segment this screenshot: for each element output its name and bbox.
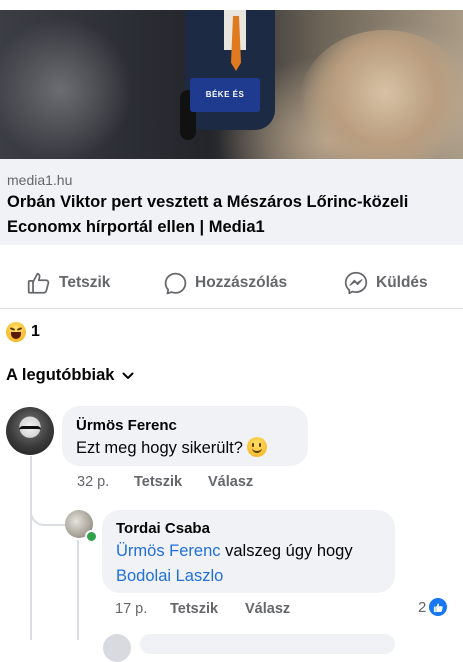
- comment-like-button[interactable]: Tetszik: [134, 474, 208, 490]
- comment-text: Ezt meg hogy sikerült?: [76, 436, 267, 461]
- link-preview-meta[interactable]: media1.hu Orbán Viktor pert vesztett a M…: [0, 159, 463, 245]
- reply-bubble[interactable]: Tordai Csaba Ürmös Ferenc valszeg úgy ho…: [102, 510, 395, 593]
- messenger-icon: [344, 271, 368, 295]
- thread-line: [30, 456, 32, 640]
- sort-label: A legutóbbiak: [6, 366, 115, 384]
- comment-text-content: Ezt meg hogy sikerült?: [76, 439, 243, 457]
- post-action-bar: Tetszik Hozzászólás Küldés: [0, 258, 463, 309]
- reply-timestamp[interactable]: 17 p.: [115, 601, 170, 617]
- comment-reply-button[interactable]: Válasz: [208, 474, 253, 490]
- smiling-face-emoji-icon: [246, 437, 267, 457]
- next-reply-avatar[interactable]: [103, 634, 131, 662]
- reply-text-middle: valszeg úgy hogy: [220, 542, 353, 560]
- reply-reply-button[interactable]: Válasz: [245, 601, 290, 617]
- reply-meta: 17 p. Tetszik Válasz: [115, 601, 290, 617]
- chevron-down-icon: [122, 372, 134, 379]
- comment-bubble[interactable]: Ürmös Ferenc Ezt meg hogy sikerült?: [62, 406, 308, 466]
- send-button[interactable]: Küldés: [343, 270, 428, 296]
- reaction-count: 1: [31, 323, 40, 340]
- comment-bubble-icon: [164, 272, 187, 294]
- like-label: Tetszik: [59, 274, 111, 291]
- thumbs-up-icon: [27, 272, 50, 294]
- mention-link[interactable]: Bodolai Laszlo: [116, 567, 223, 585]
- reaction-summary[interactable]: 1: [6, 320, 40, 344]
- blurred-figure: [300, 30, 463, 159]
- reply-like-button[interactable]: Tetszik: [170, 601, 245, 617]
- comment-button[interactable]: Hozzászólás: [163, 270, 287, 296]
- comment-author[interactable]: Ürmös Ferenc: [76, 417, 177, 434]
- podium-sign: BÉKE ÉS: [190, 78, 260, 112]
- avatar-glasses: [19, 426, 41, 435]
- haha-mouth: [11, 332, 21, 339]
- haha-reaction-icon: [6, 322, 26, 342]
- like-button[interactable]: Tetszik: [26, 270, 110, 296]
- reply-text: Ürmös Ferenc valszeg úgy hogy Bodolai La…: [116, 539, 386, 589]
- reply-author[interactable]: Tordai Csaba: [116, 520, 210, 537]
- link-preview-image[interactable]: BÉKE ÉS: [0, 10, 463, 159]
- reply-like-count[interactable]: 2: [418, 598, 448, 616]
- reply-thread-line: [77, 540, 79, 640]
- comment-label: Hozzászólás: [195, 274, 288, 291]
- send-label: Küldés: [376, 274, 428, 291]
- thread-connector: [30, 500, 66, 526]
- mention-link[interactable]: Ürmös Ferenc: [116, 542, 221, 560]
- comment-meta: 32 p. Tetszik Válasz: [77, 474, 253, 490]
- comment-timestamp[interactable]: 32 p.: [77, 474, 134, 490]
- avatar[interactable]: [6, 407, 54, 455]
- comment-sort-dropdown[interactable]: A legutóbbiak: [6, 366, 134, 385]
- link-domain: media1.hu: [7, 172, 73, 188]
- link-title[interactable]: Orbán Viktor pert vesztett a Mészáros Lő…: [7, 190, 457, 240]
- online-status-dot: [85, 530, 98, 543]
- like-reaction-icon: [429, 598, 448, 616]
- reply-like-count-number: 2: [418, 598, 427, 616]
- next-reply-bubble[interactable]: [140, 634, 395, 654]
